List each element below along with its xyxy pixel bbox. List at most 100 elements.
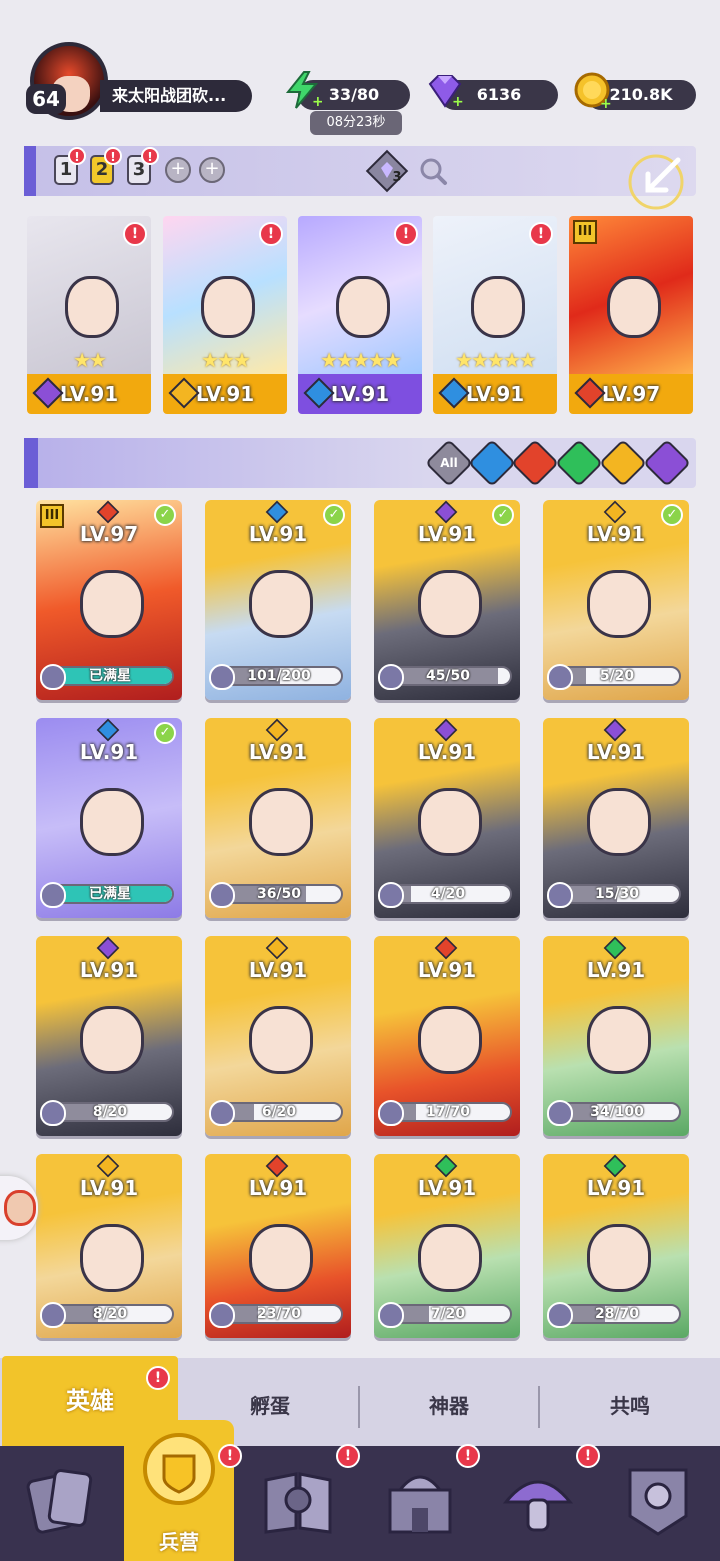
hero-shard-icon	[209, 882, 235, 908]
shard-progress-text: 7/20	[430, 1306, 466, 1322]
energy-bolt-icon[interactable]: +	[282, 70, 322, 110]
hero-card[interactable]: LV.91 ✓ 5/20	[543, 500, 689, 700]
team-hero-card[interactable]: ★★★★★ LV.91!	[298, 216, 422, 414]
gold-coin-icon[interactable]: +	[572, 70, 612, 110]
hero-shard-icon	[378, 1302, 404, 1328]
add-team-button[interactable]: +	[165, 157, 191, 183]
hero-level: LV.91	[248, 1176, 308, 1200]
hero-level: LV.91	[248, 958, 308, 982]
hero-shard-icon	[40, 882, 66, 908]
hero-level: LV.91	[417, 1176, 477, 1200]
team-hero-card[interactable]: ★★★ LV.91!	[163, 216, 287, 414]
shard-progress-text: 45/50	[425, 668, 471, 684]
hero-face	[418, 788, 482, 856]
hero-card[interactable]: LV.91 ✓ 101/200	[205, 500, 351, 700]
notification-badge: !	[146, 1366, 170, 1390]
castle-icon[interactable]	[380, 1460, 460, 1540]
barracks-icon	[143, 1433, 215, 1505]
hero-level: LV.91	[248, 522, 308, 546]
collapse-arrow-icon[interactable]	[626, 150, 694, 210]
hero-card[interactable]: LV.91 7/20	[374, 1154, 520, 1338]
hero-face	[471, 276, 525, 338]
rank-badge-icon: III	[573, 220, 597, 244]
notification-badge: !	[218, 1444, 242, 1468]
hero-face	[80, 1006, 144, 1074]
hero-card[interactable]: LV.91 23/70	[205, 1154, 351, 1338]
mushroom-icon[interactable]	[498, 1460, 578, 1540]
hero-shard-icon	[547, 882, 573, 908]
add-team-button[interactable]: +	[199, 157, 225, 183]
hero-face	[418, 570, 482, 638]
hero-face	[80, 570, 144, 638]
hero-level: LV.91	[79, 1176, 139, 1200]
notification-badge: !	[336, 1444, 360, 1468]
hero-card[interactable]: LV.91 8/20	[36, 1154, 182, 1338]
guild-banner-icon[interactable]	[618, 1460, 698, 1540]
team-slot-count: 3	[392, 170, 402, 185]
hero-shard-icon	[547, 1302, 573, 1328]
hero-face	[418, 1006, 482, 1074]
hero-shard-icon	[40, 1302, 66, 1328]
selected-check-icon: ✓	[323, 504, 345, 526]
hero-level: LV.91	[417, 740, 477, 764]
hero-shard-icon	[378, 1100, 404, 1126]
hero-card[interactable]: LV.91 34/100	[543, 936, 689, 1136]
star-rating: ★★★★★	[320, 348, 402, 372]
hero-card[interactable]: LV.97 ✓ III 已满星	[36, 500, 182, 700]
tab-artifact[interactable]: 神器	[360, 1380, 538, 1432]
hero-shard-icon	[209, 1100, 235, 1126]
hero-card[interactable]: LV.91 6/20	[205, 936, 351, 1136]
side-float-button[interactable]	[0, 1176, 38, 1240]
star-rating: ★★★★★	[455, 348, 537, 372]
hero-face	[65, 276, 119, 338]
hero-card[interactable]: LV.91 ✓ 已满星	[36, 718, 182, 918]
hero-shard-icon	[209, 1302, 235, 1328]
hero-face	[249, 1224, 313, 1292]
team-hero-card[interactable]: LV.97 III	[569, 216, 693, 414]
hero-shard-icon	[378, 664, 404, 690]
hero-face	[249, 1006, 313, 1074]
hero-card[interactable]: LV.91 36/50	[205, 718, 351, 918]
notification-badge: !	[104, 147, 122, 165]
hero-card[interactable]: LV.91 17/70	[374, 936, 520, 1136]
selected-check-icon: ✓	[661, 504, 683, 526]
hero-card[interactable]: LV.91 ✓ 45/50	[374, 500, 520, 700]
hero-card[interactable]: LV.91 28/70	[543, 1154, 689, 1338]
hero-level: LV.91	[417, 522, 477, 546]
shard-progress-text: 8/20	[92, 1104, 128, 1120]
hero-level: LV.91	[586, 1176, 646, 1200]
hero-face	[201, 276, 255, 338]
notification-badge: !	[141, 147, 159, 165]
shard-progress-text: 36/50	[256, 886, 302, 902]
hero-shard-icon	[209, 664, 235, 690]
hero-card[interactable]: LV.91 8/20	[36, 936, 182, 1136]
star-rating: ★★★	[201, 348, 251, 372]
magnifier-icon[interactable]	[418, 156, 448, 186]
shard-progress-text: 5/20	[599, 668, 635, 684]
star-rating: ★★	[73, 348, 107, 372]
hero-face	[587, 1224, 651, 1292]
player-level: 64	[26, 84, 66, 114]
hero-card[interactable]: LV.91 15/30	[543, 718, 689, 918]
energy-timer: 08分23秒	[310, 111, 402, 135]
notification-badge: !	[456, 1444, 480, 1468]
hero-shard-icon	[547, 664, 573, 690]
hero-card[interactable]: LV.91 4/20	[374, 718, 520, 918]
team-hero-card[interactable]: ★★★★★ LV.91!	[433, 216, 557, 414]
notification-badge: !	[529, 222, 553, 246]
selected-check-icon: ✓	[492, 504, 514, 526]
notification-badge: !	[259, 222, 283, 246]
bottom-nav	[0, 1446, 720, 1561]
cards-icon[interactable]	[22, 1460, 102, 1540]
nav-barracks[interactable]: 兵营	[124, 1420, 234, 1561]
gem-icon[interactable]: +	[424, 70, 464, 110]
shard-progress-text: 4/20	[430, 886, 466, 902]
team-hero-card[interactable]: ★★ LV.91!	[27, 216, 151, 414]
selected-check-icon: ✓	[154, 722, 176, 744]
player-name[interactable]: 来太阳战团砍...	[100, 80, 252, 112]
hero-face	[249, 788, 313, 856]
tab-resonance[interactable]: 共鸣	[540, 1380, 720, 1432]
map-book-icon[interactable]	[258, 1460, 338, 1540]
shard-progress-text: 28/70	[594, 1306, 640, 1322]
hero-shard-icon	[40, 1100, 66, 1126]
